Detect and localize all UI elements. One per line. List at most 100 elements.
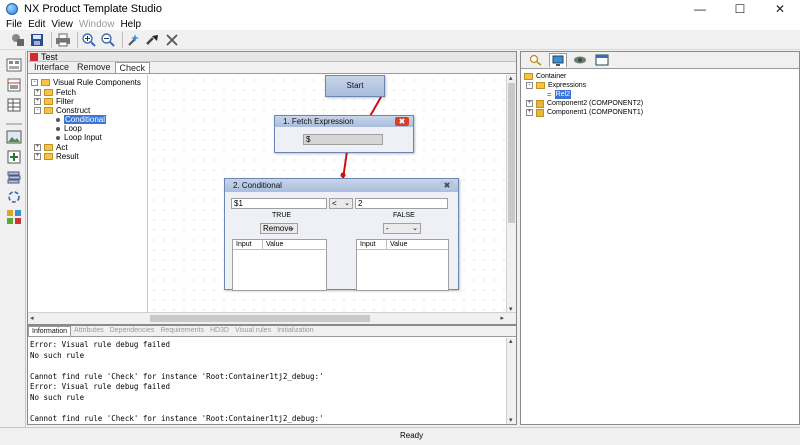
operator-select[interactable]: < ⌄ bbox=[329, 198, 353, 209]
node-start[interactable]: Start bbox=[325, 75, 385, 97]
false-action-select[interactable]: - ⌄ bbox=[383, 223, 421, 234]
canvas-horizontal-scrollbar[interactable]: ◂ ▸ bbox=[28, 312, 516, 324]
expand-toggle[interactable]: + bbox=[34, 153, 41, 160]
folder-icon bbox=[536, 82, 545, 89]
scroll-thumb[interactable] bbox=[150, 315, 370, 322]
expand-toggle[interactable]: + bbox=[526, 100, 533, 107]
scroll-up-icon[interactable]: ▴ bbox=[509, 74, 513, 82]
expand-toggle[interactable]: + bbox=[526, 109, 533, 116]
rule-canvas[interactable]: Start 1. Fetch Expression ✖ $ 2. Conditi… bbox=[149, 75, 507, 313]
view-tab-icon[interactable] bbox=[571, 53, 589, 67]
tree-item-expressions[interactable]: - Expressions bbox=[526, 81, 586, 90]
print-icon[interactable] bbox=[55, 32, 71, 48]
true-action-select[interactable]: Remove ⌄ bbox=[260, 223, 298, 234]
component-icon[interactable] bbox=[6, 77, 22, 93]
menu-help[interactable]: Help bbox=[120, 19, 141, 30]
tree-item-act[interactable]: + Act bbox=[34, 143, 68, 152]
close-icon[interactable]: ✖ bbox=[395, 117, 409, 126]
tree-item-conditional[interactable]: Conditional bbox=[54, 115, 107, 124]
canvas-vertical-scrollbar[interactable]: ▴ ▾ bbox=[506, 75, 516, 313]
collapse-toggle[interactable]: - bbox=[34, 107, 41, 114]
close-button[interactable]: ✕ bbox=[760, 0, 800, 18]
folder-icon bbox=[41, 79, 50, 86]
tab-remove[interactable]: Remove bbox=[73, 62, 115, 73]
tree-item-component1[interactable]: + Component1 (COMPONENT1) bbox=[526, 108, 643, 117]
delete-icon[interactable] bbox=[164, 32, 180, 48]
stack-icon[interactable] bbox=[6, 169, 22, 185]
expand-toggle[interactable]: + bbox=[34, 89, 41, 96]
true-label: TRUE bbox=[272, 212, 292, 219]
right-operand-field[interactable]: 2 bbox=[355, 198, 448, 209]
image-icon[interactable] bbox=[6, 129, 22, 145]
window-title: NX Product Template Studio bbox=[24, 3, 162, 15]
tree-item-component2[interactable]: + Component2 (COMPONENT2) bbox=[526, 99, 643, 108]
menu-edit[interactable]: Edit bbox=[28, 19, 45, 30]
project-panel: Container - Expressions = Rel2 + Compone… bbox=[520, 51, 800, 425]
tab-attributes: Attributes bbox=[74, 327, 104, 334]
false-input-table[interactable]: Input Value bbox=[356, 239, 449, 291]
toolbar-separator bbox=[77, 31, 78, 48]
scroll-thumb[interactable] bbox=[508, 83, 515, 223]
node-conditional[interactable]: 2. Conditional ✖ $1 < ⌄ 2 TRUE FALSE Rem… bbox=[224, 178, 459, 291]
add-frame-icon[interactable] bbox=[6, 149, 22, 165]
fetch-expression-field[interactable]: $ bbox=[303, 134, 383, 145]
tree-root[interactable]: - Visual Rule Components bbox=[31, 78, 141, 87]
tab-information[interactable]: Information bbox=[28, 326, 72, 336]
folder-icon bbox=[524, 73, 533, 80]
expand-toggle[interactable]: + bbox=[34, 144, 41, 151]
table-icon[interactable] bbox=[6, 97, 22, 113]
tree-item-result[interactable]: + Result bbox=[34, 152, 79, 161]
tree-tab-icon[interactable] bbox=[549, 53, 567, 67]
save-icon[interactable] bbox=[29, 32, 45, 48]
tree-item-construct[interactable]: - Construct bbox=[34, 106, 90, 115]
link-icon[interactable] bbox=[145, 32, 161, 48]
equals-icon: = bbox=[547, 90, 552, 99]
search-tab-icon[interactable] bbox=[527, 53, 545, 67]
new-component-icon[interactable] bbox=[10, 32, 26, 48]
window-tab-icon[interactable] bbox=[593, 53, 611, 67]
add-node-icon[interactable] bbox=[126, 32, 142, 48]
menu-bar: File Edit View Window Help bbox=[0, 18, 800, 30]
tree-item-filter[interactable]: + Filter bbox=[34, 97, 74, 106]
menu-window: Window bbox=[78, 18, 115, 30]
tree-item-fetch[interactable]: + Fetch bbox=[34, 88, 76, 97]
zoom-out-icon[interactable] bbox=[100, 32, 116, 48]
folder-icon bbox=[44, 98, 53, 105]
tree-item-expression[interactable]: = Rel2 bbox=[547, 90, 572, 99]
tree-item-loop-input[interactable]: Loop Input bbox=[54, 133, 102, 142]
menu-view[interactable]: View bbox=[51, 19, 73, 30]
tab-visual-rules: Visual rules bbox=[235, 327, 272, 334]
menu-file[interactable]: File bbox=[6, 19, 22, 30]
tab-check[interactable]: Check bbox=[114, 62, 151, 73]
minimize-button[interactable]: — bbox=[680, 0, 720, 18]
tree-item-container[interactable]: Container bbox=[524, 72, 566, 81]
left-operand-field[interactable]: $1 bbox=[231, 198, 327, 209]
scroll-right-icon[interactable]: ▸ bbox=[500, 314, 504, 322]
tab-interface[interactable]: Interface bbox=[30, 62, 73, 73]
close-icon[interactable]: ✖ bbox=[440, 181, 454, 190]
maximize-button[interactable]: ☐ bbox=[720, 0, 760, 18]
grid-icon[interactable] bbox=[6, 209, 22, 225]
table-header: Input Value bbox=[233, 240, 326, 250]
tree-item-loop[interactable]: Loop bbox=[54, 124, 82, 133]
editor-tabs: Interface Remove Check bbox=[28, 62, 516, 74]
node-fetch-expression[interactable]: 1. Fetch Expression ✖ $ bbox=[274, 115, 414, 153]
log-line: No such rule bbox=[30, 392, 85, 402]
log-output: Error: Visual rule debug failed No such r… bbox=[28, 338, 506, 424]
refresh-icon[interactable] bbox=[6, 189, 22, 205]
scroll-up-icon[interactable]: ▴ bbox=[509, 337, 513, 345]
node-conditional-title: 2. Conditional ✖ bbox=[225, 179, 458, 192]
collapse-toggle[interactable]: - bbox=[526, 82, 533, 89]
tab-requirements: Requirements bbox=[160, 327, 204, 334]
layout-icon[interactable] bbox=[6, 57, 22, 73]
scroll-down-icon[interactable]: ▾ bbox=[509, 416, 513, 424]
collapse-toggle[interactable]: - bbox=[31, 79, 38, 86]
scroll-left-icon[interactable]: ◂ bbox=[30, 314, 34, 322]
zoom-in-icon[interactable] bbox=[81, 32, 97, 48]
log-vertical-scrollbar[interactable]: ▴ ▾ bbox=[506, 338, 516, 424]
left-tool-strip bbox=[0, 51, 26, 431]
true-input-table[interactable]: Input Value bbox=[232, 239, 327, 291]
expand-toggle[interactable]: + bbox=[34, 98, 41, 105]
